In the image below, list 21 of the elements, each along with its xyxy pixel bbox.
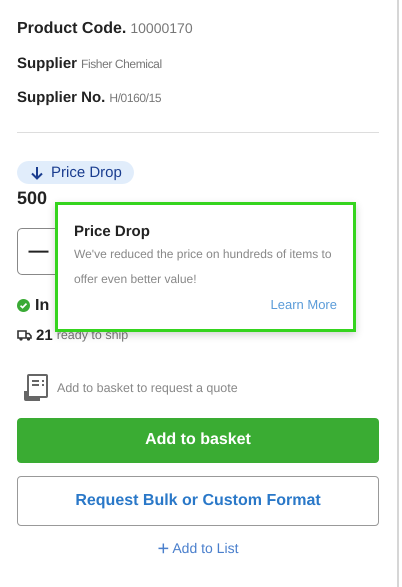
learn-more-link[interactable]: Learn More — [270, 297, 337, 312]
stock-count: 21 — [36, 326, 53, 344]
detail-value: Fisher Chemical — [81, 57, 162, 71]
down-arrow-icon — [29, 164, 45, 180]
add-to-basket-button[interactable]: Add to basket — [17, 418, 379, 462]
shipping-note: ready to ship — [56, 328, 128, 342]
price-text: 500 — [17, 188, 48, 208]
quote-note: Add to basket to request a quote — [57, 380, 238, 394]
tooltip-text: We've reduced the price on hundreds of items to offer even better value! — [74, 246, 333, 288]
price-drop-badge: Price Drop — [17, 161, 134, 184]
receipt-icon — [23, 374, 49, 402]
detail-label: Supplier — [17, 55, 78, 72]
detail-label: Product Code. — [17, 20, 126, 38]
tooltip-title: Price Drop — [74, 223, 151, 240]
check-circle-icon — [17, 299, 30, 312]
detail-value: 10000170 — [130, 20, 193, 36]
request-format-button[interactable]: Request Bulk or Custom Format — [17, 476, 379, 526]
detail-label: Supplier No. — [17, 89, 106, 106]
stock-status: In — [35, 296, 50, 314]
truck-icon — [17, 330, 32, 340]
detail-value: H/0160/15 — [109, 91, 162, 105]
